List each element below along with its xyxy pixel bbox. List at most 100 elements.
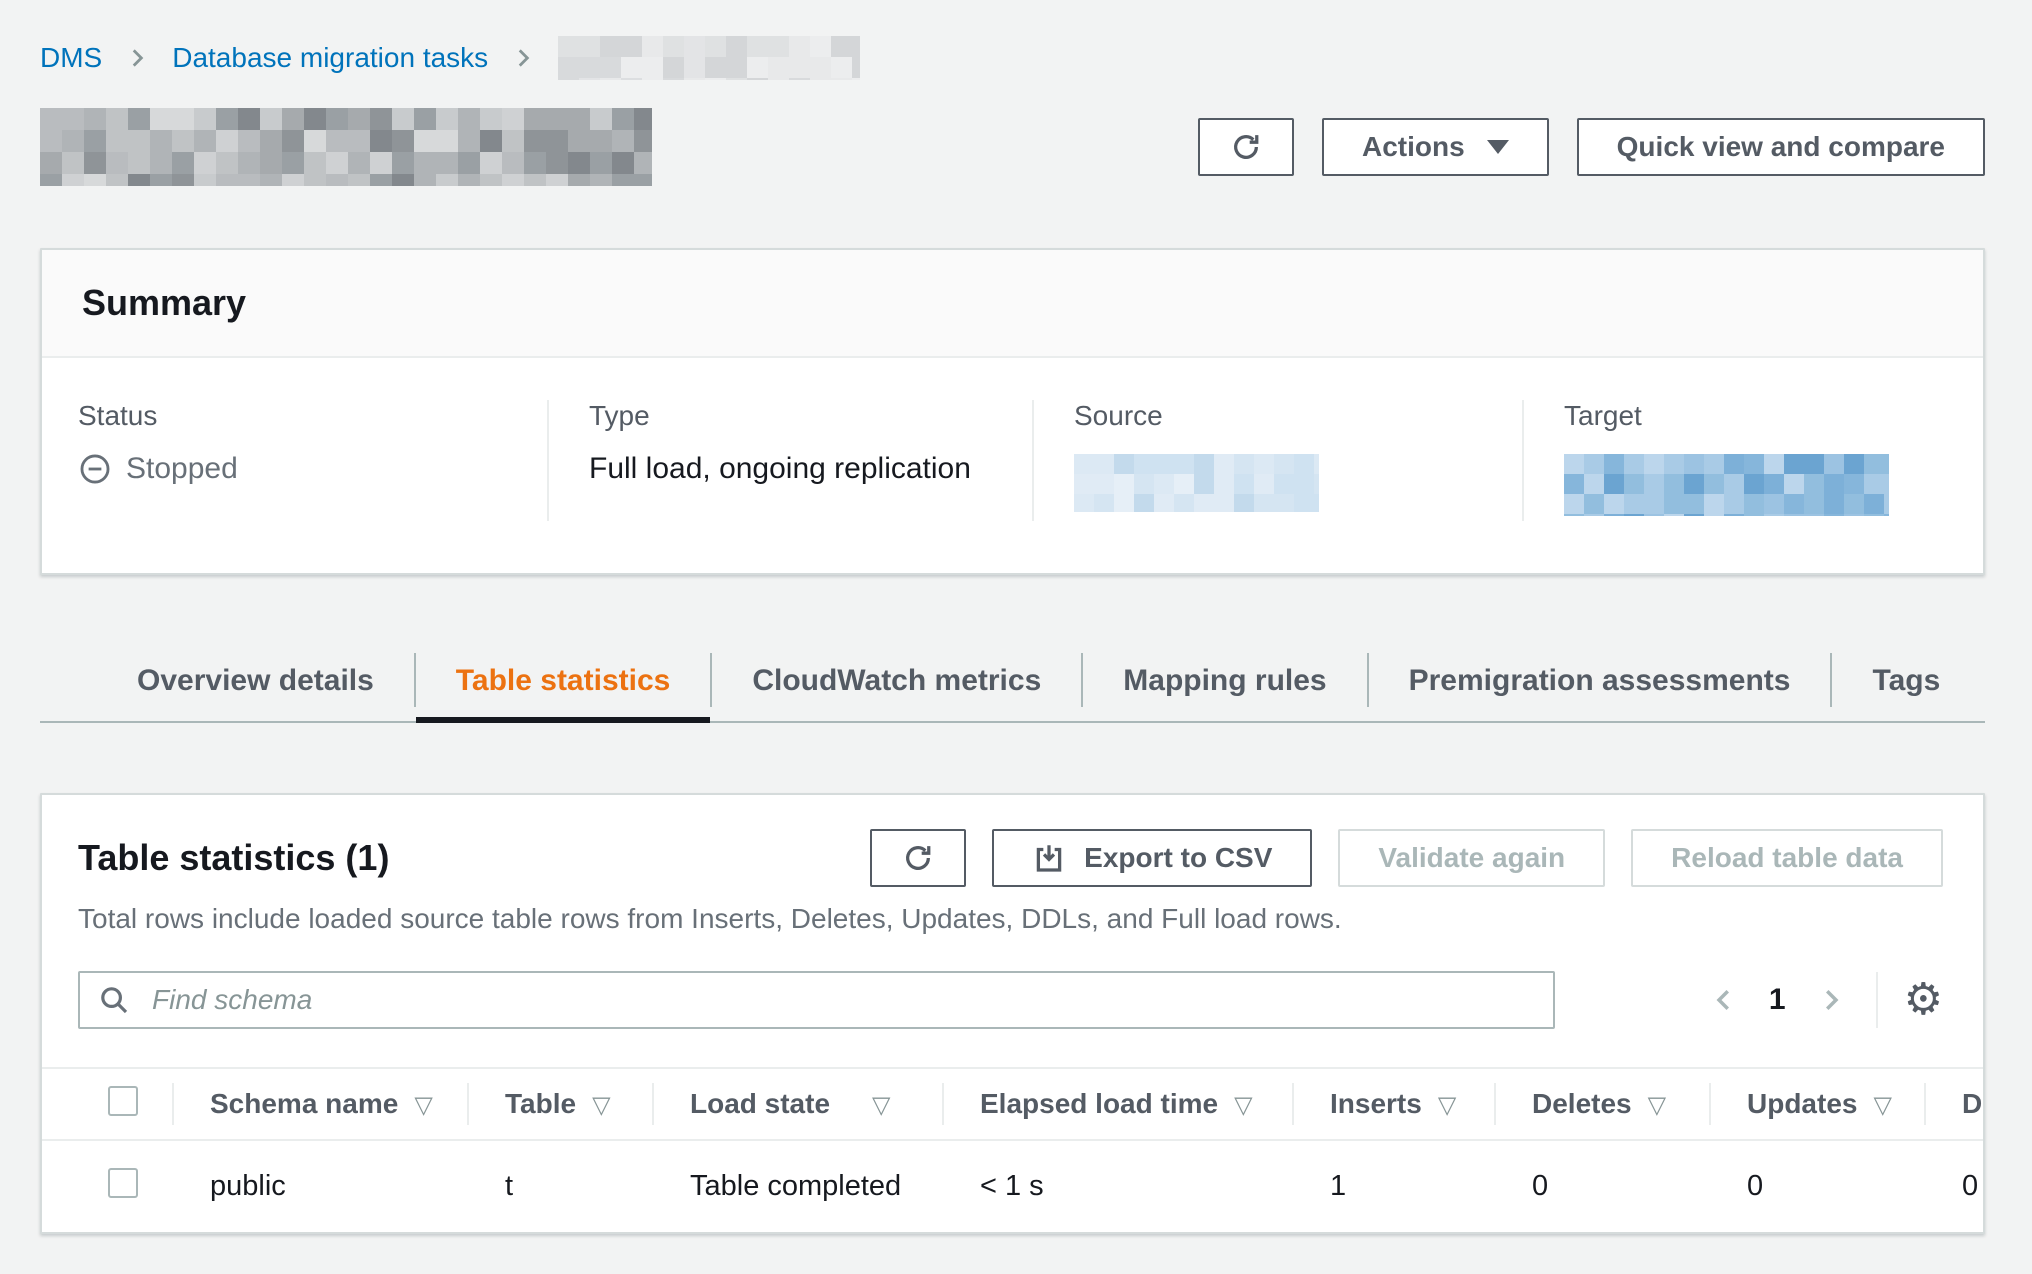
summary-field-target: Target — [1522, 400, 1983, 521]
preferences-gear-icon[interactable]: ⚙ — [1904, 978, 1943, 1022]
tab-label: Tags — [1872, 664, 1940, 698]
sort-icon: ▽ — [1648, 1091, 1666, 1119]
table-statistics-description: Total rows include loaded source table r… — [42, 887, 1983, 935]
summary-card: Summary Status Stopped Type — [40, 248, 1985, 575]
export-to-csv-label: Export to CSV — [1084, 842, 1272, 874]
quick-view-compare-label: Quick view and compare — [1617, 131, 1945, 163]
tab-label: Overview details — [137, 664, 374, 698]
refresh-button[interactable] — [1198, 118, 1294, 176]
sort-icon: ▽ — [1438, 1091, 1456, 1119]
tab-label: Mapping rules — [1123, 664, 1326, 698]
actions-button-label: Actions — [1362, 131, 1465, 163]
tab-table-statistics[interactable]: Table statistics — [416, 641, 711, 721]
breadcrumb: DMS Database migration tasks — [40, 36, 1985, 80]
chevron-right-icon — [510, 45, 536, 71]
row-checkbox[interactable] — [108, 1168, 138, 1198]
cell-elapsed-load-time: < 1 s — [942, 1140, 1292, 1232]
sort-icon: ▽ — [1234, 1091, 1252, 1119]
tab-label: Premigration assessments — [1409, 664, 1791, 698]
stopped-icon — [78, 452, 112, 486]
column-label: Updates — [1747, 1088, 1857, 1119]
cell-load-state: Table completed — [652, 1140, 942, 1232]
table-refresh-button[interactable] — [870, 829, 966, 887]
header-actions: Actions Quick view and compare — [1198, 118, 1985, 176]
type-value: Full load, ongoing replication — [589, 452, 1002, 486]
breadcrumb-current-redacted — [558, 36, 860, 80]
tab-label: Table statistics — [456, 664, 671, 698]
type-label: Type — [589, 400, 1002, 432]
tab-premigration-assessments[interactable]: Premigration assessments — [1369, 641, 1831, 721]
column-header-inserts[interactable]: Inserts ▽ — [1292, 1068, 1494, 1140]
table-statistics-title: Table statistics (1) — [78, 829, 389, 879]
summary-field-status: Status Stopped — [42, 400, 547, 521]
breadcrumb-dms[interactable]: DMS — [40, 42, 102, 74]
tab-mapping-rules[interactable]: Mapping rules — [1083, 641, 1366, 721]
column-label: Inserts — [1330, 1088, 1422, 1119]
select-all-checkbox[interactable] — [108, 1086, 138, 1116]
source-label: Source — [1074, 400, 1492, 432]
sort-icon: ▽ — [414, 1091, 432, 1119]
caret-down-icon — [1487, 140, 1509, 154]
sort-icon: ▽ — [592, 1091, 610, 1119]
column-label: Schema name — [210, 1088, 398, 1119]
reload-table-data-label: Reload table data — [1671, 842, 1903, 874]
column-header-load-state[interactable]: Load state ▽ — [652, 1068, 942, 1140]
previous-page-button[interactable] — [1709, 985, 1739, 1015]
summary-field-type: Type Full load, ongoing replication — [547, 400, 1032, 521]
sort-icon: ▽ — [872, 1091, 890, 1119]
task-detail-tabs: Overview details Table statistics CloudW… — [40, 641, 1985, 723]
download-icon — [1032, 841, 1066, 875]
cell-updates: 0 — [1709, 1140, 1924, 1232]
schema-search — [78, 971, 1555, 1029]
current-page-number: 1 — [1769, 983, 1786, 1017]
quick-view-compare-button[interactable]: Quick view and compare — [1577, 118, 1985, 176]
pagination-divider — [1876, 972, 1878, 1028]
column-label: Deletes — [1532, 1088, 1632, 1119]
cell-deletes: 0 — [1494, 1140, 1709, 1232]
summary-title: Summary — [82, 282, 1943, 324]
reload-table-data-button[interactable]: Reload table data — [1631, 829, 1943, 887]
actions-button[interactable]: Actions — [1322, 118, 1549, 176]
next-page-button[interactable] — [1816, 985, 1846, 1015]
sort-icon: ▽ — [1873, 1091, 1891, 1119]
dms-task-page: DMS Database migration tasks — [0, 0, 2032, 1234]
breadcrumb-tasks[interactable]: Database migration tasks — [172, 42, 488, 74]
column-header-deletes[interactable]: Deletes ▽ — [1494, 1068, 1709, 1140]
target-value-redacted — [1564, 454, 1889, 516]
cell-table: t — [467, 1140, 652, 1232]
tab-overview-details[interactable]: Overview details — [97, 641, 414, 721]
column-header-table[interactable]: Table▽ — [467, 1068, 652, 1140]
table-row[interactable]: public t Table completed < 1 s 1 0 0 0 — [42, 1140, 1983, 1232]
refresh-icon — [901, 841, 935, 875]
table-statistics-actions: Export to CSV Validate again Reload tabl… — [870, 829, 1943, 887]
summary-card-body: Status Stopped Type Full load, ongoing r… — [42, 358, 1983, 573]
table-statistics-table: Schema name ▽ Table▽ Load state ▽ Elapsed … — [42, 1067, 1983, 1232]
status-text: Stopped — [126, 452, 238, 486]
column-label: D — [1962, 1088, 1982, 1119]
page-header: Actions Quick view and compare — [40, 106, 1985, 188]
column-header-elapsed-load-time[interactable]: Elapsed load time ▽ — [942, 1068, 1292, 1140]
export-to-csv-button[interactable]: Export to CSV — [992, 829, 1312, 887]
target-label: Target — [1564, 400, 1953, 432]
search-icon — [98, 984, 130, 1016]
source-value-redacted — [1074, 454, 1319, 512]
tab-label: CloudWatch metrics — [752, 664, 1041, 698]
summary-card-header: Summary — [42, 250, 1983, 358]
column-label: Load state — [690, 1088, 830, 1119]
column-header-schema-name[interactable]: Schema name ▽ — [172, 1068, 467, 1140]
cell-schema-name: public — [172, 1140, 467, 1232]
tab-tags[interactable]: Tags — [1832, 641, 1980, 721]
column-header-clipped[interactable]: D — [1924, 1068, 1983, 1140]
filter-row: 1 ⚙ — [42, 971, 1983, 1029]
cell-clipped: 0 — [1924, 1140, 1983, 1232]
validate-again-label: Validate again — [1378, 842, 1565, 874]
table-statistics-card: Table statistics (1) — [40, 793, 1985, 1234]
column-header-updates[interactable]: Updates ▽ — [1709, 1068, 1924, 1140]
validate-again-button[interactable]: Validate again — [1338, 829, 1605, 887]
table-header-row: Schema name ▽ Table▽ Load state ▽ Elapsed … — [42, 1068, 1983, 1140]
find-schema-input[interactable] — [78, 971, 1555, 1029]
tab-cloudwatch-metrics[interactable]: CloudWatch metrics — [712, 641, 1081, 721]
column-label: Elapsed load time — [980, 1088, 1218, 1119]
page-title-redacted — [40, 108, 652, 186]
table-statistics-header: Table statistics (1) — [42, 829, 1983, 887]
